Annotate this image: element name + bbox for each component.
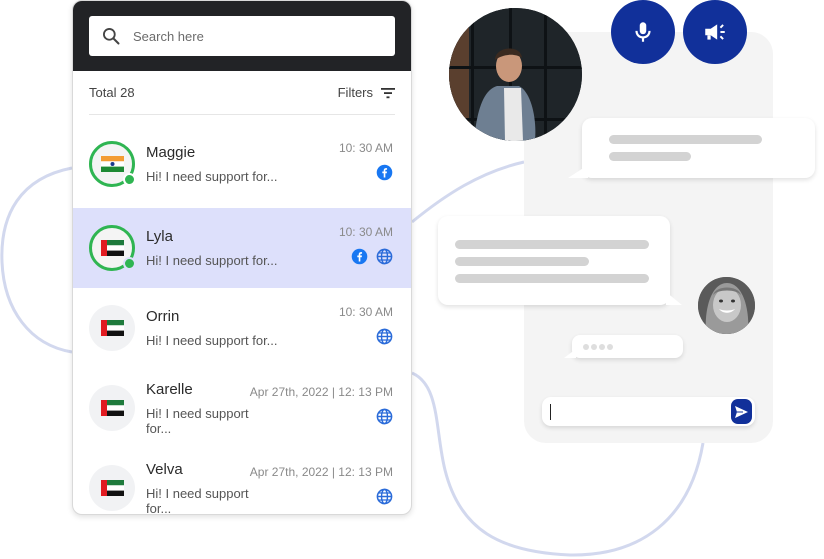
incoming-message-bubble <box>568 118 815 178</box>
search-icon <box>103 28 120 45</box>
connector-left-loop <box>0 166 73 354</box>
list-toolbar: Total 28 Filters <box>89 71 395 115</box>
announcement-button[interactable] <box>683 0 747 64</box>
typing-dot <box>599 344 605 350</box>
conversation-info: Lyla Hi! I need support for... <box>146 228 339 268</box>
conversation-info: Karelle Hi! I need support for... <box>146 381 250 436</box>
contact-avatar <box>89 140 136 187</box>
conversation-row[interactable]: Maggie Hi! I need support for... 10: 30 … <box>73 115 411 208</box>
channel-icons <box>351 248 393 265</box>
woman-photo-illustration <box>698 277 755 334</box>
conversation-meta: 10: 30 AM <box>339 305 393 345</box>
filters-button[interactable]: Filters <box>338 85 395 100</box>
conversation-info: Orrin Hi! I need support for... <box>146 308 339 348</box>
conversation-row[interactable]: Orrin Hi! I need support for... 10: 30 A… <box>73 288 411 368</box>
bubble-tail <box>568 165 588 178</box>
timestamp: 10: 30 AM <box>338 140 393 155</box>
globe-icon <box>376 488 393 505</box>
conversation-list-panel: Total 28 Filters Maggie Hi! I need suppo… <box>72 0 412 515</box>
channel-icons <box>376 328 393 345</box>
message-preview: Hi! I need support for... <box>146 333 278 348</box>
search-input[interactable] <box>133 28 383 44</box>
facebook-icon <box>376 164 393 181</box>
message-placeholder-line <box>455 274 649 283</box>
conversation-info: Maggie Hi! I need support for... <box>146 144 339 184</box>
contact-name: Maggie <box>146 143 196 161</box>
microphone-icon <box>635 22 651 42</box>
online-status-dot <box>123 257 136 270</box>
conversation-row[interactable]: Velva Hi! I need support for... Apr 27th… <box>73 448 411 515</box>
globe-icon <box>376 408 393 425</box>
message-placeholder-line <box>609 135 762 144</box>
contact-name: Orrin <box>146 308 180 325</box>
timestamp: 10: 30 AM <box>338 225 393 239</box>
message-preview: Hi! I need support for... <box>146 405 249 436</box>
filters-label: Filters <box>337 85 373 100</box>
message-preview: Hi! I need support for... <box>146 168 278 184</box>
message-preview: Hi! I need support for... <box>146 253 278 268</box>
online-status-dot <box>123 172 136 186</box>
typing-dot <box>583 344 589 350</box>
bubble-tail <box>666 292 682 305</box>
message-composer[interactable] <box>542 397 755 426</box>
filter-icon <box>381 87 395 98</box>
conversation-meta: 10: 30 AM <box>339 225 393 265</box>
timestamp: Apr 27th, 2022 | 12: 13 PM <box>249 385 393 399</box>
panel-header <box>73 1 411 71</box>
uae-flag-icon <box>100 400 124 416</box>
channel-icons <box>376 488 393 505</box>
conversation-meta: 10: 30 AM <box>339 141 393 181</box>
outgoing-message-bubble <box>438 216 682 305</box>
contact-avatar <box>89 305 135 351</box>
typing-indicator-bubble <box>564 335 683 358</box>
search-box[interactable] <box>89 16 395 56</box>
contact-name: Velva <box>146 460 183 478</box>
channel-icons <box>376 164 393 181</box>
send-button[interactable] <box>730 399 752 424</box>
uae-flag-icon <box>100 480 124 496</box>
conversation-row[interactable]: Karelle Hi! I need support for... Apr 27… <box>73 368 411 448</box>
uae-flag-icon <box>100 320 124 336</box>
uae-flag-icon <box>100 240 124 256</box>
message-placeholder-line <box>455 257 589 266</box>
facebook-icon <box>351 248 368 265</box>
send-icon <box>734 405 748 418</box>
microphone-button[interactable] <box>611 0 675 64</box>
contact-avatar <box>89 225 136 271</box>
total-count: Total 28 <box>89 85 135 100</box>
channel-icons <box>376 408 393 425</box>
globe-icon <box>376 328 393 345</box>
message-preview: Hi! I need support for... <box>146 485 249 515</box>
conversation-row[interactable]: Lyla Hi! I need support for... 10: 30 AM <box>73 208 411 288</box>
conversation-info: Velva Hi! I need support for... <box>146 460 250 515</box>
megaphone-icon <box>705 24 725 40</box>
contact-name: Lyla <box>146 228 173 245</box>
globe-icon <box>376 248 393 265</box>
conversation-list: Maggie Hi! I need support for... 10: 30 … <box>73 115 411 515</box>
message-placeholder-line <box>609 152 691 161</box>
customer-photo-avatar <box>698 277 755 334</box>
total-value: 28 <box>120 85 135 100</box>
conversation-meta: Apr 27th, 2022 | 12: 13 PM <box>250 465 393 505</box>
message-placeholder-line <box>455 240 649 249</box>
contact-avatar <box>89 385 135 431</box>
timestamp: Apr 27th, 2022 | 12: 13 PM <box>249 465 393 479</box>
contact-name: Karelle <box>146 380 193 398</box>
man-photo-illustration <box>449 8 582 141</box>
typing-dot <box>591 344 597 350</box>
timestamp: 10: 30 AM <box>338 305 393 319</box>
text-cursor <box>550 403 551 420</box>
connector-top <box>411 160 525 224</box>
agent-photo-avatar <box>449 8 582 141</box>
india-flag-icon <box>100 155 124 172</box>
conversation-meta: Apr 27th, 2022 | 12: 13 PM <box>250 385 393 425</box>
message-input[interactable] <box>554 397 731 426</box>
contact-avatar <box>89 465 135 511</box>
typing-dot <box>607 344 613 350</box>
total-label: Total <box>89 85 117 100</box>
bubble-tail <box>564 349 576 358</box>
